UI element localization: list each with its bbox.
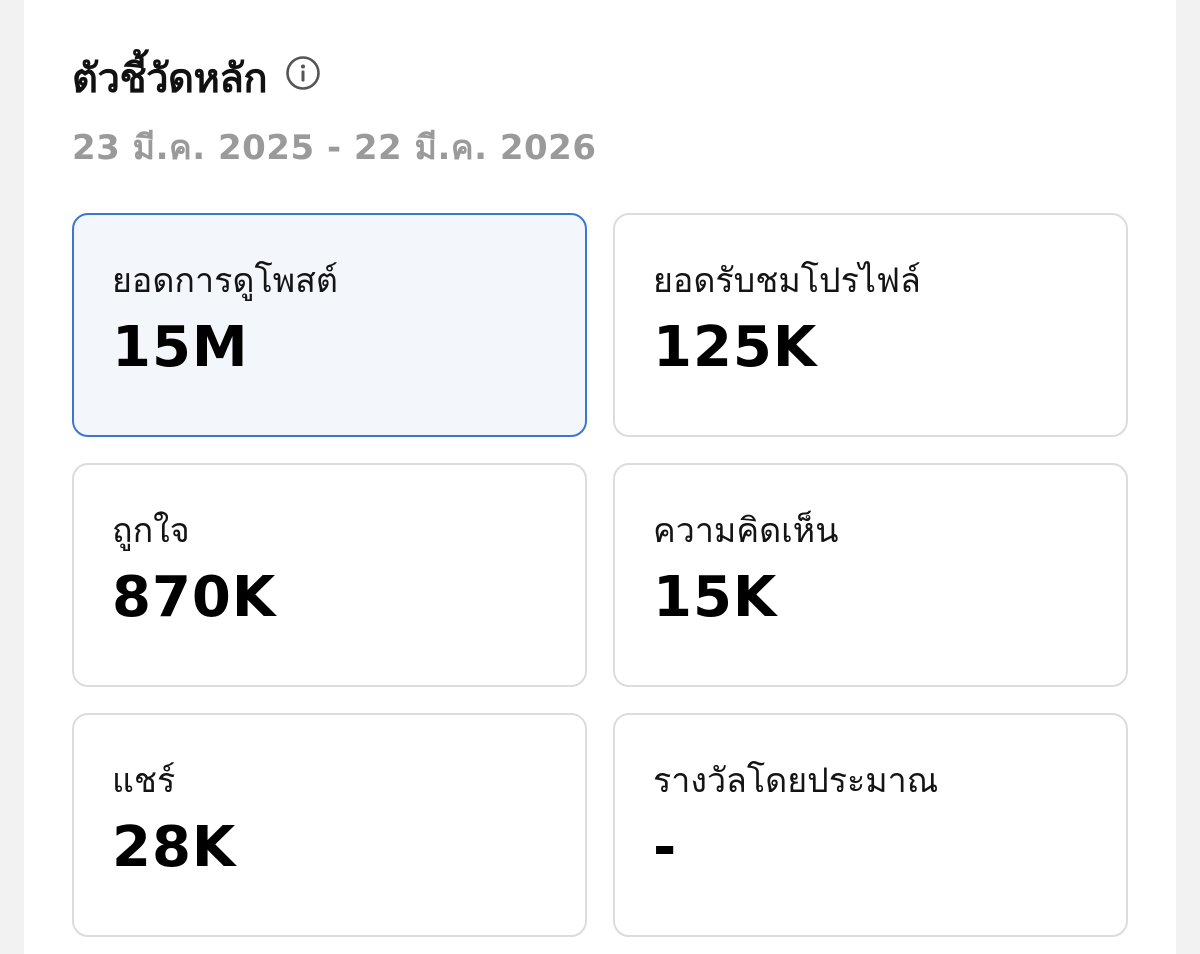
metric-label: ความคิดเห็น xyxy=(653,511,839,551)
metric-card-likes[interactable]: ถูกใจ 870K xyxy=(72,463,587,687)
metric-card-profile-views[interactable]: ยอดรับชมโปรไฟล์ 125K xyxy=(613,213,1128,437)
metric-label: ยอดการดูโพสต์ xyxy=(112,261,338,301)
metric-label: ถูกใจ xyxy=(112,511,190,551)
metric-card-estimated-rewards[interactable]: รางวัลโดยประมาณ - xyxy=(613,713,1128,937)
metric-card-shares[interactable]: แชร์ 28K xyxy=(72,713,587,937)
info-icon[interactable] xyxy=(285,55,321,91)
metric-label: แชร์ xyxy=(112,761,176,801)
metric-value: 125K xyxy=(653,315,818,380)
title-row: ตัวชี้วัดหลัก xyxy=(72,48,597,108)
metric-value: 15K xyxy=(653,565,778,630)
metric-card-comments[interactable]: ความคิดเห็น 15K xyxy=(613,463,1128,687)
page-title: ตัวชี้วัดหลัก xyxy=(72,56,268,102)
metric-card-post-views[interactable]: ยอดการดูโพสต์ 15M xyxy=(72,213,587,437)
metric-value: 870K xyxy=(112,565,277,630)
metric-label: รางวัลโดยประมาณ xyxy=(653,761,939,801)
metric-value: 15M xyxy=(112,315,249,380)
metrics-grid: ยอดการดูโพสต์ 15M ยอดรับชมโปรไฟล์ 125K ถ… xyxy=(72,213,1128,937)
key-metrics-header: ตัวชี้วัดหลัก 23 มี.ค. 2025 - 22 มี.ค. 2… xyxy=(72,48,597,174)
metric-value: - xyxy=(653,815,678,880)
metric-value: 28K xyxy=(112,815,237,880)
date-range: 23 มี.ค. 2025 - 22 มี.ค. 2026 xyxy=(72,128,597,168)
metric-label: ยอดรับชมโปรไฟล์ xyxy=(653,261,921,301)
